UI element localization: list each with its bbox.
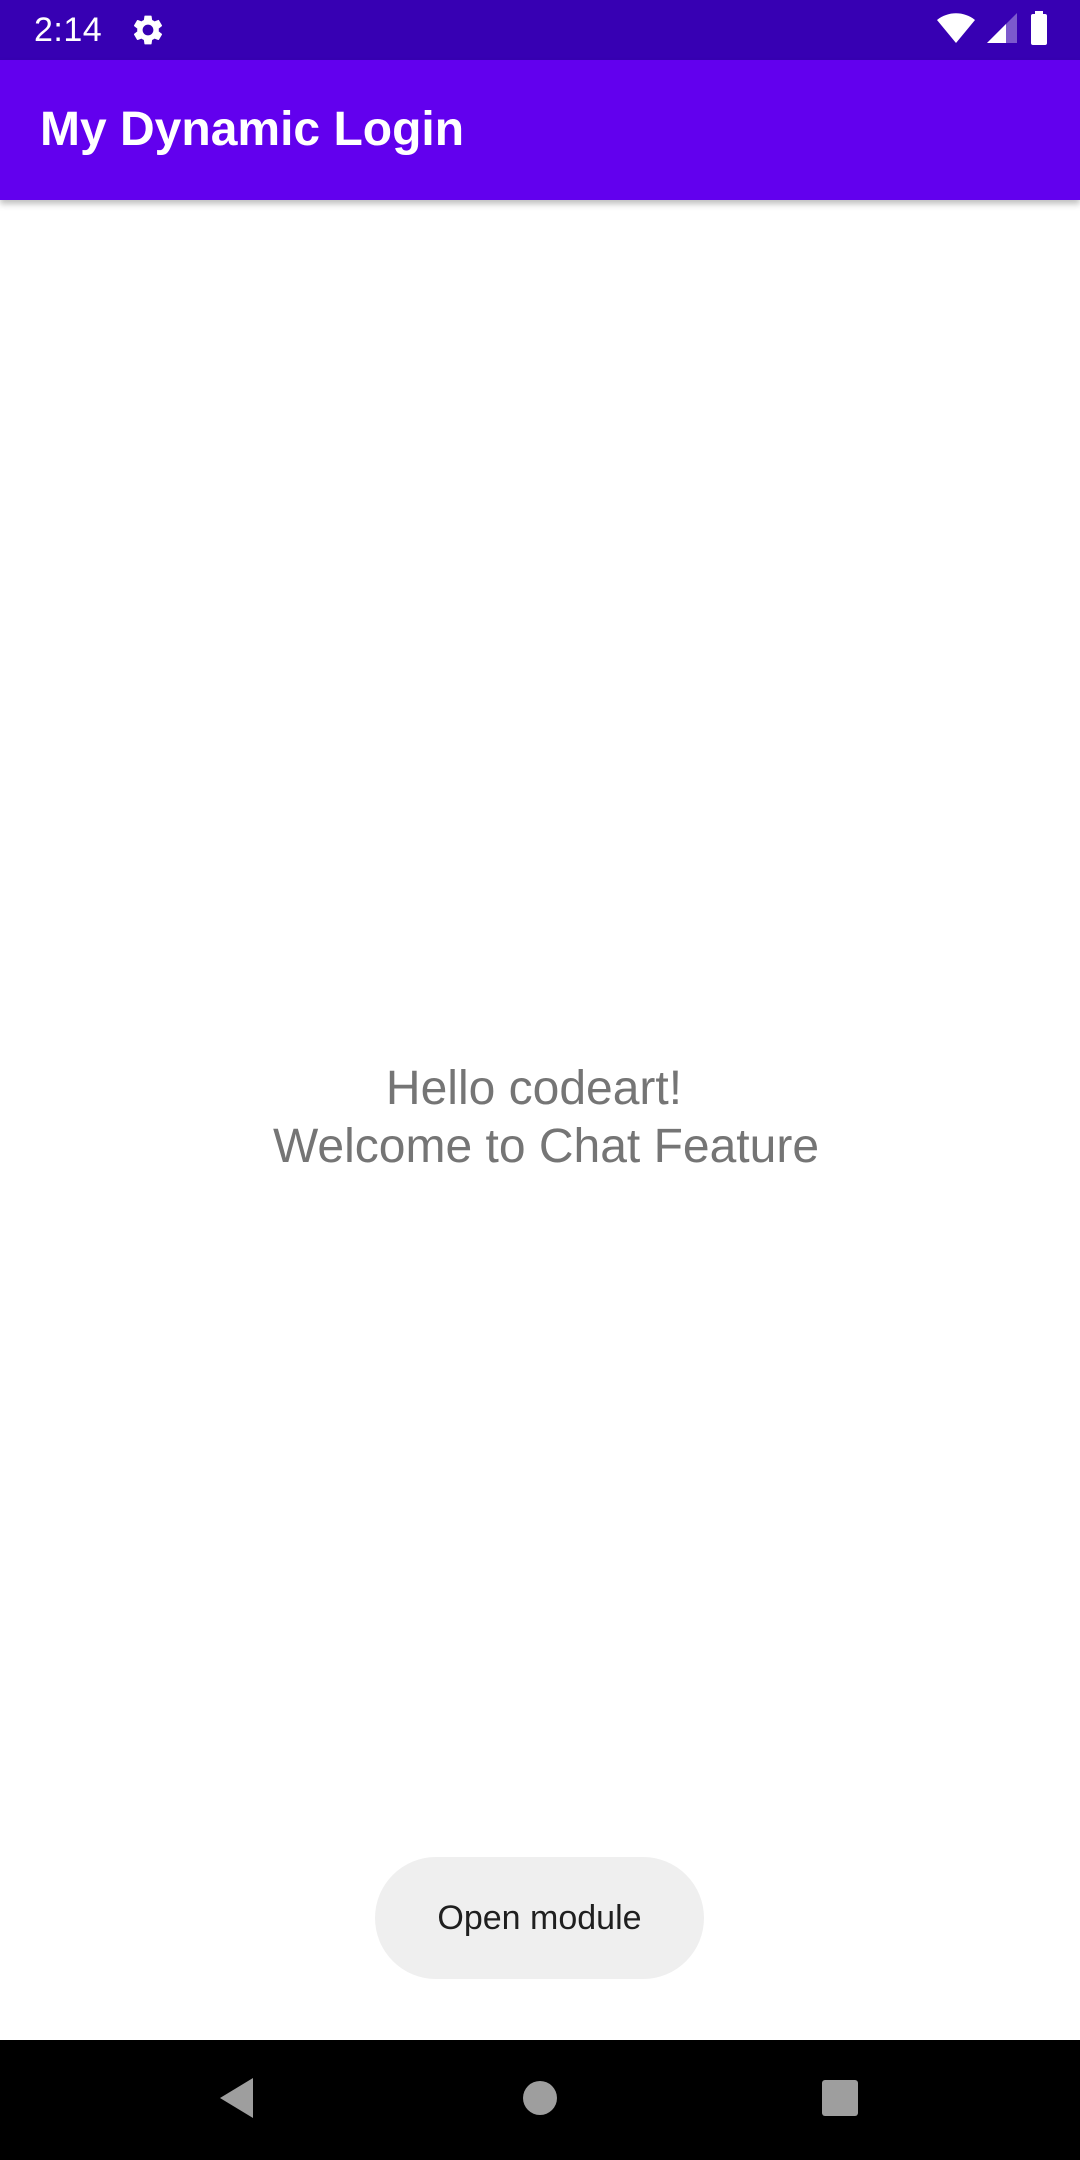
status-time: 2:14 <box>34 11 103 49</box>
status-bar: 2:14 <box>0 0 1080 60</box>
navigation-bar <box>0 2040 1080 2160</box>
welcome-line-greeting: Hello codeart! <box>385 1062 683 1115</box>
back-icon <box>217 2076 257 2125</box>
back-button[interactable] <box>177 2040 297 2160</box>
status-icons <box>936 10 1050 50</box>
screen: 2:14 My Dynamic Login Hello codeart! Wel… <box>0 0 1080 2160</box>
app-title: My Dynamic Login <box>40 103 465 156</box>
welcome-message: Hello codeart! Welcome to Chat Feature <box>0 1060 1080 1176</box>
home-button[interactable] <box>480 2040 600 2160</box>
app-bar: My Dynamic Login <box>0 60 1080 200</box>
recents-button[interactable] <box>780 2040 900 2160</box>
open-module-button[interactable]: Open module <box>375 1857 704 1979</box>
recents-icon <box>820 2078 860 2123</box>
wifi-icon <box>936 12 976 49</box>
battery-icon <box>1028 10 1050 50</box>
gear-icon <box>130 12 166 48</box>
welcome-line-feature: Welcome to Chat Feature <box>272 1120 820 1173</box>
signal-icon <box>986 12 1018 49</box>
home-icon <box>520 2078 560 2123</box>
